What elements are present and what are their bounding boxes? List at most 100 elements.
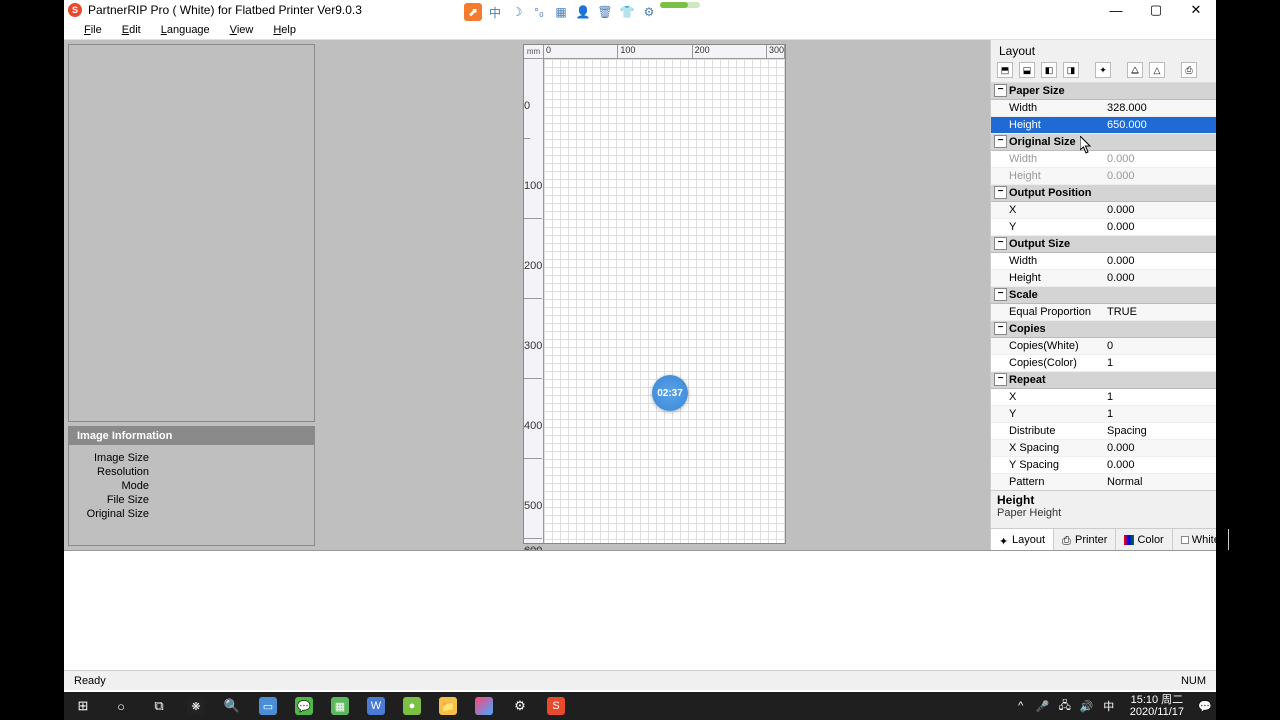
- taskbar-app-6[interactable]: ●: [394, 692, 430, 720]
- status-ready: Ready: [74, 675, 106, 687]
- printer-tab-icon: ⎙: [1062, 535, 1072, 545]
- taskbar-app-2[interactable]: ▭: [250, 692, 286, 720]
- overlay-tool-icon[interactable]: °₀: [530, 3, 548, 21]
- section-output-size[interactable]: Output Size: [991, 236, 1216, 253]
- ruler-v-tick: 200: [524, 219, 542, 299]
- cortana-button[interactable]: ○: [102, 692, 140, 720]
- overlay-user-icon[interactable]: 👤: [574, 3, 592, 21]
- status-num: NUM: [1181, 675, 1206, 687]
- taskbar-wps[interactable]: W: [358, 692, 394, 720]
- overlay-moon-icon[interactable]: ☽: [508, 3, 526, 21]
- ruler-h-tick: 0: [544, 45, 618, 58]
- taskbar-explorer[interactable]: 📁: [430, 692, 466, 720]
- prop-repeat-x[interactable]: X1: [991, 389, 1216, 406]
- taskbar-clock[interactable]: 15:10 周二 2020/11/17: [1124, 694, 1190, 718]
- print-icon[interactable]: ⎙: [1181, 62, 1197, 78]
- align-right-icon[interactable]: ◨: [1063, 62, 1079, 78]
- flip-h-icon[interactable]: ⧋: [1127, 62, 1143, 78]
- align-top-icon[interactable]: ⬒: [997, 62, 1013, 78]
- minimize-button[interactable]: —: [1108, 2, 1124, 18]
- prop-repeat-distribute[interactable]: DistributeSpacing: [991, 423, 1216, 440]
- tray-volume-icon[interactable]: 🔊: [1080, 699, 1094, 713]
- taskview-button[interactable]: ⧉: [140, 692, 178, 720]
- info-file-size: File Size: [79, 493, 149, 507]
- taskbar[interactable]: ⊞ ○ ⧉ ❋ 🔍 ▭ 💬 ▦ W ● 📁 ⚙ S ^ 🎤 🖧 🔊 中 15:1…: [64, 692, 1216, 720]
- tab-white[interactable]: White: [1173, 529, 1229, 550]
- prop-repeat-yspacing[interactable]: Y Spacing0.000: [991, 457, 1216, 474]
- overlay-app-icon[interactable]: ⬈: [464, 3, 482, 21]
- prop-outpos-y[interactable]: Y0.000: [991, 219, 1216, 236]
- ruler-unit: mm: [524, 45, 544, 59]
- ruler-v-tick: 100: [524, 139, 542, 219]
- close-button[interactable]: ✕: [1188, 2, 1204, 18]
- section-output-position[interactable]: Output Position: [991, 185, 1216, 202]
- color-tab-icon: [1124, 535, 1134, 545]
- canvas-grid[interactable]: [544, 59, 785, 543]
- taskbar-wechat[interactable]: 💬: [286, 692, 322, 720]
- tray-chevron-icon[interactable]: ^: [1014, 699, 1028, 713]
- prop-paper-height[interactable]: Height650.000: [991, 117, 1216, 134]
- tab-layout[interactable]: ✦Layout: [991, 529, 1054, 550]
- canvas-area[interactable]: mm 0 100 200 300 0 100 200 300 400 500 6…: [319, 40, 990, 550]
- tray-network-icon[interactable]: 🖧: [1058, 699, 1072, 713]
- section-paper-size[interactable]: Paper Size: [991, 83, 1216, 100]
- taskbar-app-current[interactable]: S: [538, 692, 574, 720]
- prop-outsize-width[interactable]: Width0.000: [991, 253, 1216, 270]
- overlay-shirt-icon[interactable]: 👕: [618, 3, 636, 21]
- prop-repeat-y[interactable]: Y1: [991, 406, 1216, 423]
- prop-paper-width[interactable]: Width328.000: [991, 100, 1216, 117]
- section-repeat[interactable]: Repeat: [991, 372, 1216, 389]
- align-left-icon[interactable]: ◧: [1041, 62, 1057, 78]
- section-original-size[interactable]: Original Size: [991, 134, 1216, 151]
- white-tab-icon: [1181, 536, 1189, 544]
- tab-color[interactable]: Color: [1116, 529, 1172, 550]
- prop-repeat-pattern[interactable]: PatternNormal: [991, 474, 1216, 490]
- tray-ime-icon[interactable]: 中: [1102, 699, 1116, 713]
- prop-copies-color[interactable]: Copies(Color)1: [991, 355, 1216, 372]
- menu-edit[interactable]: Edit: [114, 22, 149, 38]
- help-title: Height: [997, 493, 1210, 507]
- prop-scale-equal[interactable]: Equal ProportionTRUE: [991, 304, 1216, 321]
- ruler-horizontal: 0 100 200 300: [544, 45, 785, 59]
- taskbar-app-4[interactable]: ▦: [322, 692, 358, 720]
- timer-badge: 02:37: [652, 375, 688, 411]
- tray-mic-icon[interactable]: 🎤: [1036, 699, 1050, 713]
- ruler-vertical: 0 100 200 300 400 500 600: [524, 59, 544, 543]
- tray-notifications-icon[interactable]: 💬: [1198, 699, 1212, 713]
- overlay-gear-icon[interactable]: ⚙: [640, 3, 658, 21]
- info-mode: Mode: [79, 479, 149, 493]
- ruler-h-tick: 300: [767, 45, 785, 58]
- menu-view[interactable]: View: [222, 22, 262, 38]
- overlay-lang-icon[interactable]: 中: [486, 3, 504, 21]
- start-button[interactable]: ⊞: [64, 692, 102, 720]
- center-icon[interactable]: ✦: [1095, 62, 1111, 78]
- taskbar-app-1[interactable]: ❋: [178, 692, 214, 720]
- property-grid[interactable]: Paper Size Width328.000 Height650.000 Or…: [991, 83, 1216, 490]
- prop-outpos-x[interactable]: X0.000: [991, 202, 1216, 219]
- info-resolution: Resolution: [79, 465, 149, 479]
- overlay-grid-icon[interactable]: ▦: [552, 3, 570, 21]
- taskbar-settings[interactable]: ⚙: [502, 692, 538, 720]
- image-info-panel: Image Information Image Size Resolution …: [68, 426, 315, 546]
- prop-outsize-height[interactable]: Height0.000: [991, 270, 1216, 287]
- prop-copies-white[interactable]: Copies(White)0: [991, 338, 1216, 355]
- flip-v-icon[interactable]: △: [1149, 62, 1165, 78]
- align-bottom-icon[interactable]: ⬓: [1019, 62, 1035, 78]
- ruler-h-tick: 100: [618, 45, 692, 58]
- maximize-button[interactable]: ▢: [1148, 2, 1164, 18]
- taskbar-search[interactable]: 🔍: [214, 692, 250, 720]
- overlay-basket-icon[interactable]: 🗑: [596, 3, 614, 21]
- overlay-progress: [660, 2, 700, 8]
- menu-help[interactable]: Help: [265, 22, 304, 38]
- section-scale[interactable]: Scale: [991, 287, 1216, 304]
- menu-file[interactable]: File: [76, 22, 110, 38]
- prop-repeat-xspacing[interactable]: X Spacing0.000: [991, 440, 1216, 457]
- taskbar-app-8[interactable]: [466, 692, 502, 720]
- help-desc: Paper Height: [997, 507, 1210, 519]
- image-info-header: Image Information: [69, 427, 314, 445]
- section-copies[interactable]: Copies: [991, 321, 1216, 338]
- menu-language[interactable]: Language: [153, 22, 218, 38]
- ruler-h-tick: 200: [693, 45, 767, 58]
- tab-printer[interactable]: ⎙Printer: [1054, 529, 1116, 550]
- preview-panel: [68, 44, 315, 422]
